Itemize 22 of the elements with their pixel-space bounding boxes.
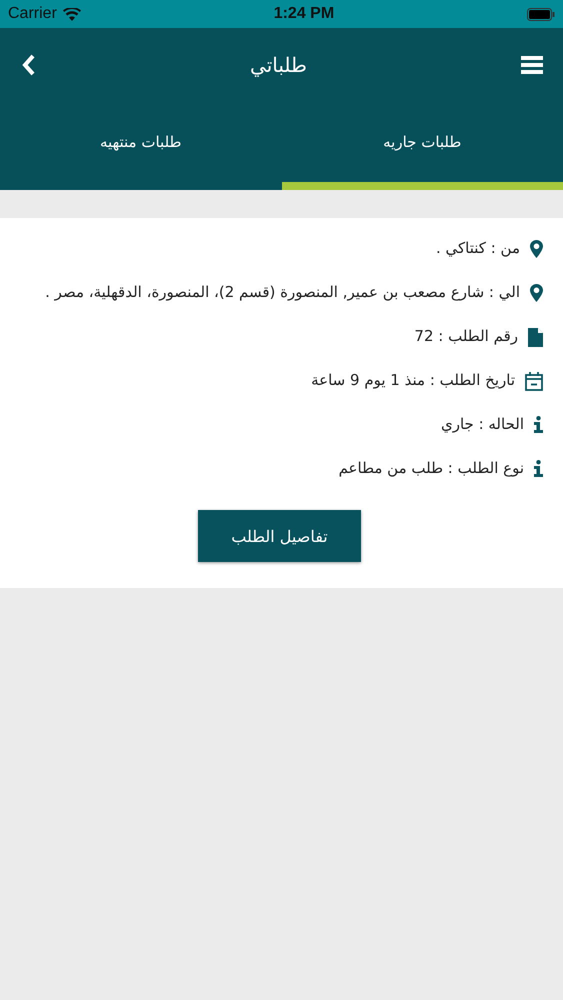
document-icon: [528, 328, 543, 347]
order-detail: تاريخ الطلب : منذ 1 يوم 9 ساعة: [311, 370, 515, 391]
location-pin-icon: [530, 240, 543, 258]
page-title: طلباتي: [250, 53, 307, 77]
location-pin-icon: [530, 284, 543, 302]
calendar-icon: [525, 372, 543, 391]
order-detail: رقم الطلب : 72: [414, 326, 518, 347]
back-chevron-icon[interactable]: [22, 54, 36, 76]
order-detail: من : كنتاكي .: [436, 238, 520, 259]
order-detail: الحاله : جاري: [440, 414, 524, 435]
order-detail: الي : شارع مصعب بن عمير, المنصورة (قسم 2)، المنصورة، الدقهلية، مصر .: [45, 282, 520, 303]
order-detail: نوع الطلب : طلب من مطاعم: [338, 458, 524, 479]
tab[interactable]: طلبات جاريه: [282, 102, 563, 190]
battery-icon: [526, 8, 555, 20]
info-icon: [534, 460, 543, 477]
tab[interactable]: طلبات منتهيه: [0, 102, 282, 190]
clock-time: 1:24 PM: [274, 5, 334, 23]
info-icon: [534, 416, 543, 433]
wifi-icon: [62, 8, 81, 20]
order-details-button[interactable]: تفاصيل الطلب: [198, 510, 361, 562]
menu-icon[interactable]: [521, 56, 543, 74]
carrier-label: Carrier: [8, 5, 57, 23]
